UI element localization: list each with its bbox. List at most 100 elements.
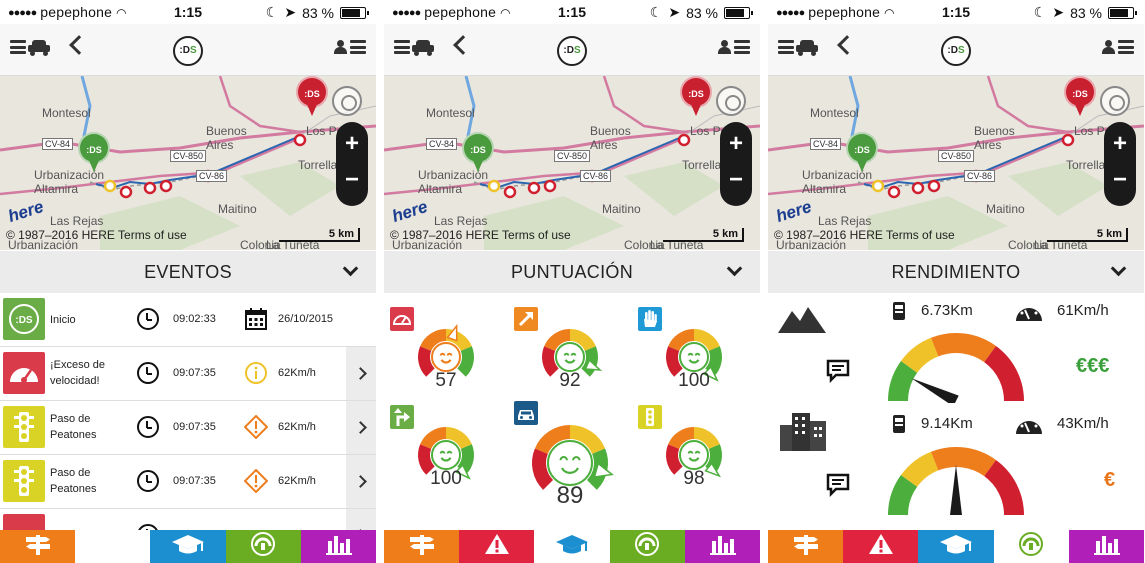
route-map[interactable]: Montesol Buenos Aires Los Pe Torrella Urbaniz… (0, 76, 376, 250)
chevron-down-icon[interactable] (342, 260, 359, 277)
map-scale: 5 km (1046, 228, 1128, 242)
chevron-right-icon[interactable] (346, 347, 376, 400)
signpost-icon (407, 533, 437, 560)
event-row[interactable]: ¡Exceso de velocidad! 09:07:35 62Km/h (0, 347, 376, 401)
zoom-out-button[interactable]: − (336, 166, 368, 194)
chevron-right-icon[interactable] (346, 401, 376, 454)
fuel-pump-icon (893, 302, 905, 320)
city-efficiency-gauge (888, 447, 1024, 516)
tab-stats[interactable] (684, 530, 760, 563)
tab-route[interactable] (768, 530, 844, 563)
map-place-label: Las Rejas (434, 214, 488, 228)
tab-stats[interactable] (300, 530, 376, 563)
event-row[interactable]: ¡Exceso de09:08:32 (0, 509, 376, 530)
chevron-down-icon[interactable] (1110, 260, 1127, 277)
terms-link[interactable]: Terms of use (886, 228, 955, 242)
terms-link[interactable]: Terms of use (118, 228, 187, 242)
section-header[interactable]: RENDIMIENTO (768, 251, 1144, 293)
user-menu-button[interactable] (717, 40, 750, 54)
section-header[interactable]: PUNTUACIÓN (384, 251, 760, 293)
map-place-label: Torrella (682, 158, 722, 172)
road-label: CV-86 (196, 170, 228, 182)
tab-fuel[interactable] (993, 530, 1069, 563)
moon-icon: ☾ (265, 4, 279, 20)
user-icon (717, 40, 731, 54)
warning-icon (484, 533, 510, 560)
section-title: PUNTUACIÓN (510, 262, 633, 282)
tab-score[interactable] (150, 530, 226, 563)
gauge-segment (888, 475, 918, 516)
vehicle-menu-button[interactable] (778, 40, 818, 56)
zoom-out-button[interactable]: − (720, 166, 752, 194)
event-row[interactable]: Paso de Peatones 09:07:35 62Km/h (0, 401, 376, 455)
clock-icon (137, 470, 159, 492)
fuel-gauge-icon (250, 531, 276, 562)
calendar-icon (244, 307, 268, 331)
tab-events[interactable] (75, 530, 151, 563)
tab-route[interactable] (0, 530, 76, 563)
locate-icon[interactable] (716, 86, 746, 116)
tab-fuel[interactable] (225, 530, 301, 563)
map-place-label: Maitino (986, 202, 1025, 216)
event-row[interactable]: :DS Inicio 09:02:33 26/10/2015 (0, 293, 376, 347)
map-place-label: Altamira (802, 182, 847, 196)
tab-score[interactable] (534, 530, 610, 563)
back-icon[interactable] (837, 35, 857, 55)
tab-stats[interactable] (1068, 530, 1144, 563)
user-menu-button[interactable] (1101, 40, 1134, 54)
gauge-needle (950, 465, 962, 515)
map-place-label: Maitino (602, 202, 641, 216)
zoom-out-button[interactable]: − (1104, 166, 1136, 194)
section-header[interactable]: EVENTOS (0, 251, 376, 293)
back-icon[interactable] (453, 35, 473, 55)
nav-bar: :DS (768, 24, 1144, 76)
map-place-label: Buenos (590, 124, 631, 138)
score-value: 98 (683, 468, 705, 490)
start-marker[interactable]: :DS (462, 132, 494, 174)
event-speed-icon (3, 514, 45, 530)
event-start-icon: :DS (3, 298, 45, 340)
vehicle-menu-button[interactable] (10, 40, 50, 56)
menu-icon (394, 40, 410, 54)
tab-events[interactable] (459, 530, 535, 563)
event-time: 09:07:35 (173, 421, 216, 433)
warning-diamond-icon (243, 414, 269, 440)
end-marker[interactable]: :DS (1064, 76, 1096, 118)
map-place-label: Aires (974, 138, 1002, 152)
clock-icon (137, 362, 159, 384)
highway-efficiency-gauge (888, 333, 1024, 403)
route-map[interactable]: Montesol Buenos Aires Los Pe Torrella Urbaniz… (768, 76, 1144, 250)
user-icon (1101, 40, 1115, 54)
end-marker[interactable]: :DS (680, 76, 712, 118)
vehicle-menu-button[interactable] (394, 40, 434, 56)
tab-fuel[interactable] (609, 530, 685, 563)
zoom-in-button[interactable]: + (1104, 130, 1136, 158)
tab-score[interactable] (918, 530, 994, 563)
zoom-in-button[interactable]: + (336, 130, 368, 158)
menu-icon (1118, 40, 1134, 54)
zoom-in-button[interactable]: + (720, 130, 752, 158)
locate-icon[interactable] (332, 86, 362, 116)
chevron-right-icon[interactable] (346, 455, 376, 508)
start-marker[interactable]: :DS (78, 132, 110, 174)
chevron-down-icon[interactable] (726, 260, 743, 277)
gauge-segment (456, 346, 474, 377)
back-icon[interactable] (69, 35, 89, 55)
tab-route[interactable] (384, 530, 460, 563)
chevron-right-icon[interactable] (346, 509, 376, 530)
locate-icon[interactable] (1100, 86, 1130, 116)
end-marker[interactable]: :DS (296, 76, 328, 118)
route-map[interactable]: Montesol Buenos Aires Los Pe Torrella Urbaniz… (384, 76, 760, 250)
map-place-label: Aires (590, 138, 618, 152)
event-value: 62Km/h (278, 367, 316, 379)
gauge-segment (983, 459, 1024, 516)
fuel-pump-icon (893, 415, 905, 433)
tab-events[interactable] (843, 530, 919, 563)
user-menu-button[interactable] (333, 40, 366, 54)
terms-link[interactable]: Terms of use (502, 228, 571, 242)
event-row[interactable]: Paso de Peatones 09:07:35 62Km/h (0, 455, 376, 509)
city-distance: 9.14Km (921, 415, 973, 432)
map-place-label: Montesol (42, 106, 91, 120)
event-title: Inicio (50, 314, 76, 326)
start-marker[interactable]: :DS (846, 132, 878, 174)
